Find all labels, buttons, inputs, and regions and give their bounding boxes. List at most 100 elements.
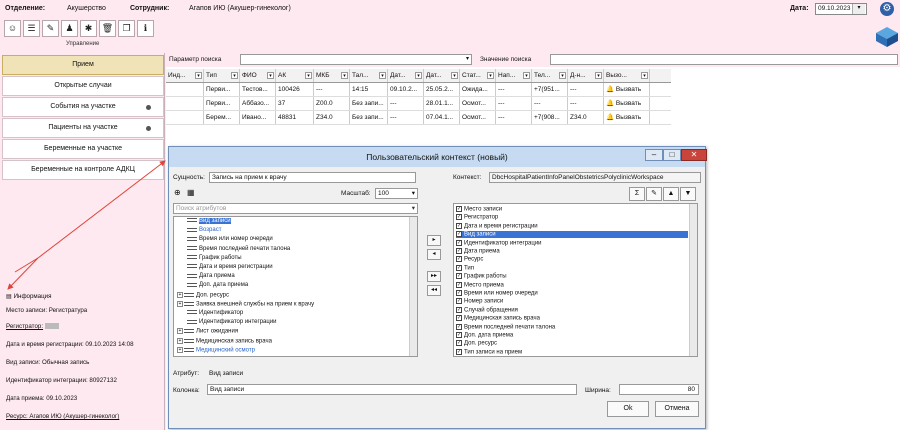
move-all-left-button[interactable]: ◂◂	[427, 285, 441, 296]
ok-button[interactable]: Ok	[607, 401, 649, 417]
column-header[interactable]: Дат... ▾	[424, 69, 460, 82]
tree-item[interactable]: + Лист ожидания	[177, 328, 238, 335]
checked-attribute-item[interactable]: ✓ Тип записи на прием	[456, 348, 688, 355]
user-group-icon[interactable]: ♟	[61, 20, 78, 37]
edit-list-icon[interactable]: ✎	[42, 20, 59, 37]
checked-attribute-item[interactable]: ✓ Время или номер очереди	[456, 290, 688, 297]
checked-attribute-item[interactable]: ✓ Дата и время регистрации	[456, 222, 688, 229]
maximize-icon[interactable]: □	[663, 149, 681, 161]
checked-attribute-item[interactable]: ✓ Тип	[456, 264, 688, 271]
expand-icon[interactable]: +	[177, 328, 183, 335]
filter-icon[interactable]: ▾	[195, 72, 202, 79]
sidebar-item-patients[interactable]: Пациенты на участке	[2, 118, 164, 138]
sigma-icon[interactable]: Σ	[629, 187, 645, 201]
arrow-up-icon[interactable]: ▲	[663, 187, 679, 201]
column-header[interactable]: Дат... ▾	[388, 69, 424, 82]
column-header[interactable]: Нап... ▾	[496, 69, 532, 82]
checked-attribute-item[interactable]: ✓ График работы	[456, 273, 688, 280]
tree-item[interactable]: + Заявка внешней службы на прием к врачу	[177, 300, 314, 307]
employee-value[interactable]: Агапов ИЮ (Акушер-гинеколог)	[189, 5, 291, 12]
filter-icon[interactable]: ▾	[341, 72, 348, 79]
search-value-input[interactable]	[550, 54, 898, 65]
call-button[interactable]: 🔔 Вызвать	[604, 97, 650, 110]
checked-attribute-item[interactable]: ✓ Доп. ресурс	[456, 340, 688, 347]
tree-item[interactable]: Время или номер очереди	[187, 236, 273, 242]
checkbox-icon[interactable]: ✓	[456, 306, 462, 313]
checkbox-icon[interactable]: ✓	[456, 256, 462, 263]
info-icon[interactable]: ℹ	[137, 20, 154, 37]
checkbox-icon[interactable]: ✓	[456, 222, 462, 229]
entity-field[interactable]: Запись на прием к врачу	[209, 172, 416, 183]
checkbox-icon[interactable]: ✓	[456, 206, 462, 212]
calendar-dropdown-icon[interactable]: ▾	[852, 4, 865, 14]
column-header[interactable]: Вызо... ▾	[604, 69, 650, 82]
checkbox-icon[interactable]: ✓	[456, 281, 462, 288]
gear-icon[interactable]: ⚙	[880, 2, 894, 16]
cancel-button[interactable]: Отмена	[655, 401, 699, 417]
checked-attribute-item[interactable]: ✓ Регистратор	[456, 214, 688, 221]
list-icon[interactable]: ☰	[23, 20, 40, 37]
expand-icon[interactable]: +	[177, 346, 183, 353]
filter-icon[interactable]: ▾	[267, 72, 274, 79]
sidebar-item-reception[interactable]: Прием	[2, 55, 164, 75]
tree-item[interactable]: Идентификатор интеграции	[187, 319, 277, 325]
checkbox-icon[interactable]: ✓	[456, 290, 462, 296]
checked-attribute-item[interactable]: ✓ Вид записи	[456, 231, 688, 238]
table-row[interactable]: Берем... Ивано... 48831 Z34.0 Без запи... ---…	[166, 111, 671, 125]
scale-select[interactable]: 100 ▾	[375, 188, 418, 199]
pen-icon[interactable]: ✎	[646, 187, 662, 201]
move-left-button[interactable]: ◂	[427, 249, 441, 260]
checkbox-icon[interactable]: ✓	[456, 323, 462, 330]
checkbox-icon[interactable]: ✓	[456, 315, 462, 322]
column-header[interactable]: МКБ ▾	[314, 69, 350, 82]
checkbox-icon[interactable]: ✓	[456, 231, 462, 238]
tree-item[interactable]: + Медицинская запись врача	[177, 337, 272, 344]
checked-attribute-item[interactable]: ✓ Ресурс	[456, 256, 688, 263]
checkbox-icon[interactable]: ✓	[456, 348, 462, 355]
checked-attribute-item[interactable]: ✓ Доп. дата приема	[456, 332, 688, 339]
expand-icon[interactable]: +	[177, 291, 183, 298]
column-header[interactable]: Инд... ▾	[166, 69, 204, 82]
checked-attribute-item[interactable]: ✓ Медицинская запись врача	[456, 315, 688, 322]
filter-icon[interactable]: ▾	[641, 72, 648, 79]
info-resource[interactable]: Ресурс: Агапов ИЮ (Акушер-гинеколог)	[6, 413, 119, 420]
move-all-right-button[interactable]: ▸▸	[427, 271, 441, 282]
trash-icon[interactable]: 🗑	[99, 20, 116, 37]
sidebar-item-events[interactable]: События на участке	[2, 97, 164, 117]
checkbox-icon[interactable]: ✓	[456, 239, 462, 246]
sidebar-item-pregnant[interactable]: Беременные на участке	[2, 139, 164, 159]
checkbox-icon[interactable]: ✓	[456, 273, 462, 280]
tree-item[interactable]: Возраст	[187, 227, 221, 233]
column-header[interactable]: Стат... ▾	[460, 69, 496, 82]
sidebar-item-open-cases[interactable]: Открытые случаи	[2, 76, 164, 96]
tree-scrollbar[interactable]	[409, 217, 417, 356]
attribute-tree[interactable]: Вид записи Возраст Время или номер очереди…	[173, 216, 418, 357]
filter-icon[interactable]: ▾	[487, 72, 494, 79]
tree-item[interactable]: Доп. дата приема	[187, 282, 248, 288]
copy-icon[interactable]: ❐	[118, 20, 135, 37]
tree-item[interactable]: + Медицинский осмотр	[177, 346, 255, 353]
column-header[interactable]: Д-н... ▾	[568, 69, 604, 82]
filter-icon[interactable]: ▾	[231, 72, 238, 79]
tree-item[interactable]: Время последней печати талона	[187, 246, 290, 252]
column-input[interactable]: Вид записи	[207, 384, 577, 395]
tree-item[interactable]: Дата и время регистрации	[187, 264, 273, 270]
column-header[interactable]: АК ▾	[276, 69, 314, 82]
sidebar-item-pregnant-adkc[interactable]: Беременные на контроле АДКЦ	[2, 160, 164, 180]
close-icon[interactable]: ✕	[681, 149, 707, 161]
tree-item[interactable]: График работы	[187, 255, 242, 261]
checked-attribute-item[interactable]: ✓ Место приема	[456, 281, 688, 288]
selected-attributes-list[interactable]: ✓ Место записи ✓ Регистратор ✓ Дата и время р…	[453, 203, 698, 357]
info-registrar[interactable]: Регистратор:	[6, 323, 60, 330]
search-param-select[interactable]: ▾	[240, 54, 472, 65]
tree-item[interactable]: Дата приема	[187, 273, 235, 279]
checkbox-icon[interactable]: ✓	[456, 264, 462, 271]
checked-attribute-item[interactable]: ✓ Случай обращения	[456, 306, 688, 313]
filter-icon[interactable]: ▾	[305, 72, 312, 79]
zoom-icon[interactable]: ⊕	[174, 188, 181, 197]
bug-icon[interactable]: ✱	[80, 20, 97, 37]
column-header[interactable]: Тал... ▾	[350, 69, 388, 82]
checked-attribute-item[interactable]: ✓ Дата приема	[456, 248, 688, 255]
checkbox-icon[interactable]: ✓	[456, 248, 462, 254]
filter-icon[interactable]: ▾	[523, 72, 530, 79]
